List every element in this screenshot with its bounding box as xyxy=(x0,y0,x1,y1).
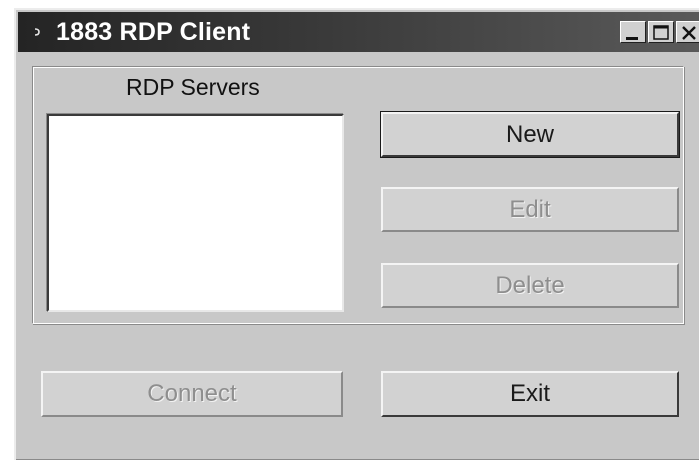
new-button[interactable]: New xyxy=(380,111,680,158)
close-icon xyxy=(682,26,696,40)
rdp-servers-list[interactable] xyxy=(47,114,344,312)
minimize-icon xyxy=(626,37,638,40)
maximize-button[interactable] xyxy=(648,21,674,43)
exit-button[interactable]: Exit xyxy=(381,371,679,417)
close-button[interactable] xyxy=(676,21,699,43)
title-buttons xyxy=(620,21,699,43)
minimize-button[interactable] xyxy=(620,21,646,43)
window-title: 1883 RDP Client xyxy=(56,17,251,46)
title-bar[interactable]: 1883 RDP Client xyxy=(18,12,699,52)
edit-button[interactable]: Edit xyxy=(381,187,679,232)
delete-button[interactable]: Delete xyxy=(381,263,679,308)
rdp-servers-label: RDP Servers xyxy=(126,74,260,100)
maximize-icon xyxy=(653,25,669,40)
connect-button[interactable]: Connect xyxy=(41,371,343,417)
app-menu-icon[interactable] xyxy=(26,12,52,52)
rdp-client-window: 1883 RDP Client RDP Servers New Edit Del… xyxy=(14,8,699,460)
